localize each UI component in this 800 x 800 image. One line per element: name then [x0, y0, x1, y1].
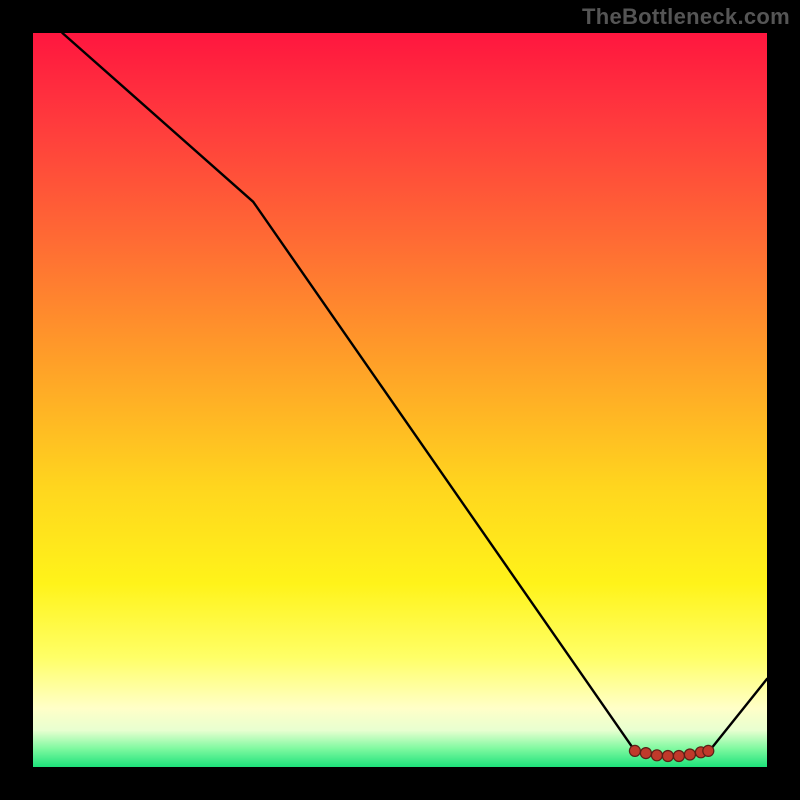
- main-curve: [62, 33, 767, 757]
- marker-dot: [673, 751, 684, 762]
- marker-cluster: [629, 745, 713, 761]
- watermark-text: TheBottleneck.com: [582, 4, 790, 30]
- marker-dot: [640, 748, 651, 759]
- chart-frame: TheBottleneck.com: [0, 0, 800, 800]
- marker-dot: [662, 751, 673, 762]
- marker-dot: [651, 750, 662, 761]
- marker-dot: [629, 745, 640, 756]
- marker-dot: [684, 749, 695, 760]
- chart-overlay: [33, 33, 767, 767]
- marker-dot: [703, 745, 714, 756]
